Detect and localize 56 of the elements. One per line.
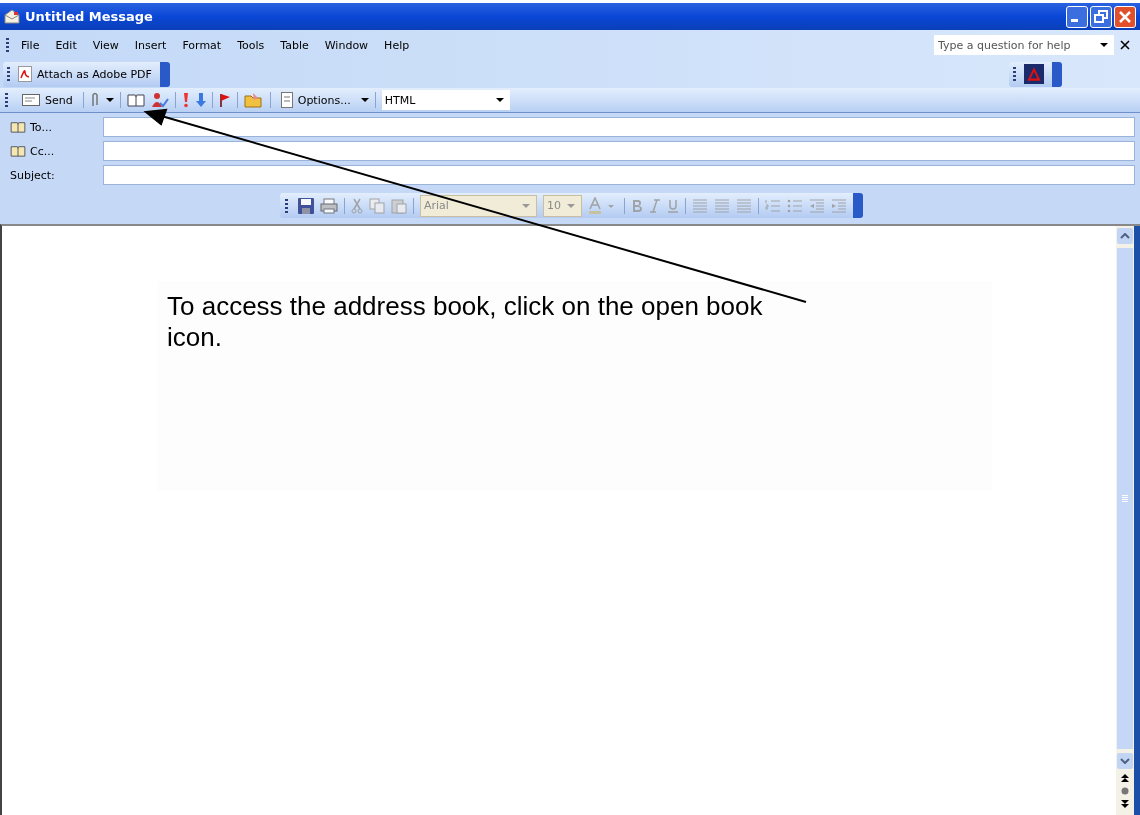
- down-arrow-icon[interactable]: [195, 92, 206, 108]
- vertical-scrollbar[interactable]: [1116, 226, 1140, 815]
- restore-button[interactable]: [1090, 5, 1112, 28]
- address-book-icon[interactable]: [10, 121, 26, 133]
- menu-item[interactable]: Edit: [47, 38, 85, 52]
- acrobat-icon[interactable]: [1024, 64, 1044, 84]
- dropdown-arrow-icon: [522, 203, 530, 208]
- dropdown-arrow-icon: [567, 203, 575, 208]
- menu-item[interactable]: Table: [272, 38, 317, 52]
- field-label: Subject:: [10, 168, 55, 182]
- envelope-icon: [22, 94, 40, 106]
- pdf-icon: [18, 66, 32, 82]
- folder-icon[interactable]: [243, 92, 264, 108]
- scroll-down-icon[interactable]: [1117, 753, 1133, 769]
- help-search-field[interactable]: Type a question for help: [934, 35, 1114, 55]
- scroll-up-icon[interactable]: [1117, 228, 1133, 244]
- envelope-icon: [4, 8, 20, 25]
- input-field[interactable]: [103, 141, 1135, 161]
- minimize-button[interactable]: [1066, 5, 1088, 28]
- toolbar-options-icon[interactable]: [1052, 61, 1062, 87]
- dropdown-arrow-icon[interactable]: [360, 98, 369, 102]
- dropdown-arrow-icon[interactable]: [105, 98, 114, 102]
- annotation-text: To access the address book, click on the open book icon.: [166, 290, 764, 354]
- paperclip-icon[interactable]: [89, 91, 100, 109]
- field-label[interactable]: Cc...: [30, 144, 55, 158]
- browse-object-icon[interactable]: [1121, 787, 1129, 795]
- minimize-icon: [1071, 19, 1078, 22]
- close-icon[interactable]: [1120, 40, 1130, 50]
- check-names-icon[interactable]: [150, 91, 169, 109]
- previous-page-icon[interactable]: [1121, 773, 1129, 783]
- menu-item[interactable]: Insert: [126, 38, 175, 52]
- input-field[interactable]: [103, 117, 1135, 137]
- next-page-icon[interactable]: [1121, 799, 1129, 809]
- format-dropdown[interactable]: HTML: [381, 90, 510, 110]
- address-book-icon[interactable]: [10, 145, 26, 157]
- address-book-icon[interactable]: [126, 93, 145, 107]
- flag-icon[interactable]: [218, 92, 231, 108]
- dropdown-arrow-icon: [495, 98, 504, 102]
- options-button[interactable]: Options...: [276, 89, 355, 111]
- send-button[interactable]: Send: [18, 89, 77, 111]
- menu-item[interactable]: View: [84, 38, 127, 52]
- document-icon: [280, 92, 293, 108]
- attach-pdf-button[interactable]: Attach as Adobe PDF: [14, 63, 156, 85]
- menu-item[interactable]: Help: [376, 38, 418, 52]
- menu-item[interactable]: Window: [316, 38, 377, 52]
- grip-icon[interactable]: [6, 38, 9, 52]
- field-label[interactable]: To...: [30, 120, 52, 134]
- dropdown-arrow-icon: [1100, 43, 1108, 47]
- menu-item[interactable]: Tools: [229, 38, 273, 52]
- exclamation-icon[interactable]: [181, 92, 190, 108]
- close-button[interactable]: [1114, 5, 1136, 28]
- menu-item[interactable]: File: [13, 38, 48, 52]
- toolbar-options-icon[interactable]: [159, 61, 170, 87]
- input-field[interactable]: [103, 165, 1135, 185]
- menu-item[interactable]: Format: [174, 38, 230, 52]
- window-title: Untitled Message: [25, 9, 153, 24]
